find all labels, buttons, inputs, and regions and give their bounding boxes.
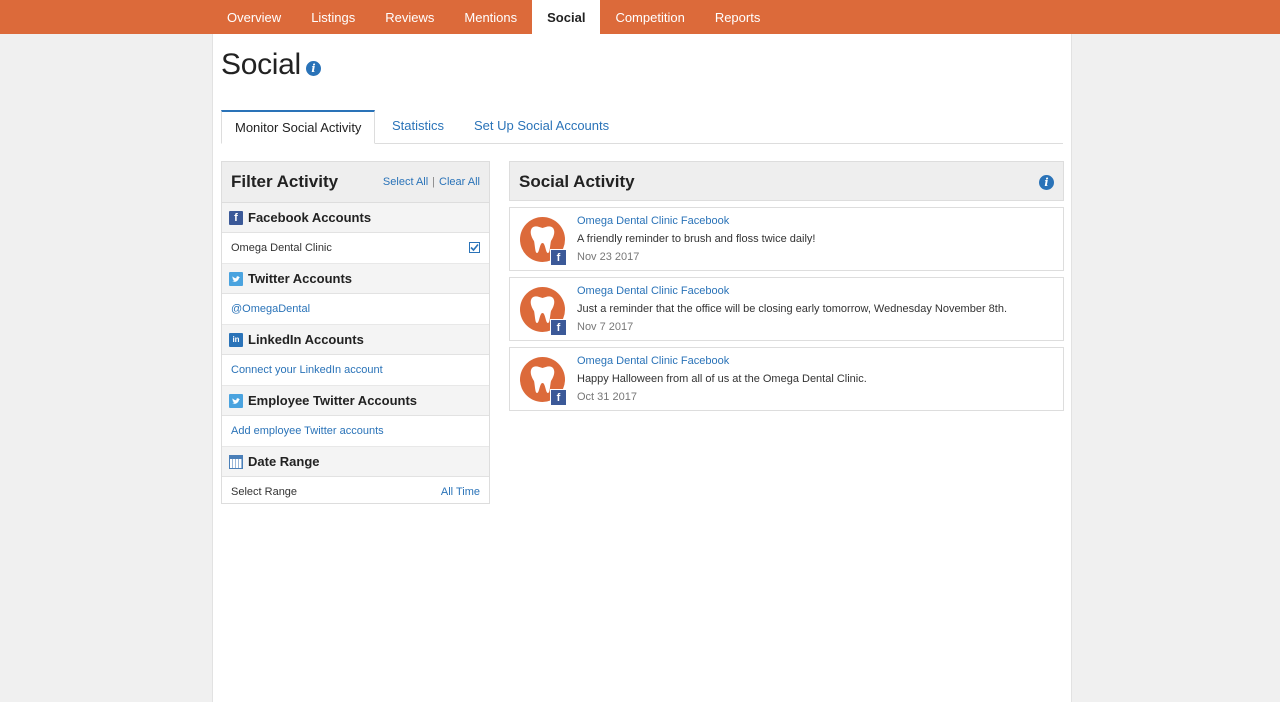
facebook-icon: f (229, 211, 243, 225)
sub-tabs: Monitor Social Activity Statistics Set U… (221, 110, 1063, 144)
activity-post: f Omega Dental Clinic Facebook Just a re… (509, 277, 1064, 341)
activity-post: f Omega Dental Clinic Facebook A friendl… (509, 207, 1064, 271)
linkedin-accounts-header: in LinkedIn Accounts (222, 325, 489, 355)
post-source-link[interactable]: Omega Dental Clinic Facebook (577, 215, 729, 227)
calendar-icon (229, 455, 243, 469)
social-activity-panel: Social Activity i f Omega Dental Clinic … (509, 161, 1064, 411)
filter-title: Filter Activity (231, 172, 339, 191)
post-date: Oct 31 2017 (577, 391, 637, 403)
top-nav-tabs: Overview Listings Reviews Mentions Socia… (212, 0, 775, 34)
facebook-icon: f (550, 389, 567, 406)
employee-twitter-row: Add employee Twitter accounts (222, 416, 489, 447)
social-activity-header: Social Activity i (509, 161, 1064, 201)
facebook-icon: f (550, 249, 567, 266)
nav-tab-reports[interactable]: Reports (700, 0, 776, 34)
info-icon[interactable]: i (1039, 175, 1054, 190)
post-source-link[interactable]: Omega Dental Clinic Facebook (577, 285, 729, 297)
post-date: Nov 23 2017 (577, 251, 640, 263)
link-separator: | (432, 176, 436, 188)
employee-twitter-label: Employee Twitter Accounts (248, 393, 418, 408)
tab-set-up-social-accounts[interactable]: Set Up Social Accounts (474, 110, 609, 143)
facebook-account-name: Omega Dental Clinic (231, 242, 332, 254)
nav-tab-overview[interactable]: Overview (212, 0, 296, 34)
twitter-accounts-header: Twitter Accounts (222, 264, 489, 294)
tab-statistics[interactable]: Statistics (392, 110, 444, 143)
checkmark-icon (470, 243, 479, 252)
twitter-account-row: @OmegaDental (222, 294, 489, 325)
connect-linkedin-link[interactable]: Connect your LinkedIn account (231, 364, 383, 376)
top-navigation: Overview Listings Reviews Mentions Socia… (0, 0, 1280, 34)
linkedin-icon: in (229, 333, 243, 347)
nav-tab-mentions[interactable]: Mentions (449, 0, 532, 34)
date-range-header: Date Range (222, 447, 489, 477)
info-icon[interactable]: i (306, 61, 321, 76)
select-range-label: Select Range (231, 486, 298, 498)
facebook-icon: f (550, 319, 567, 336)
nav-tab-social[interactable]: Social (532, 0, 601, 34)
tab-monitor-social-activity[interactable]: Monitor Social Activity (221, 110, 376, 144)
post-message: A friendly reminder to brush and floss t… (577, 233, 816, 245)
select-all-link[interactable]: Select All (383, 176, 428, 188)
facebook-account-row[interactable]: Omega Dental Clinic (222, 233, 489, 264)
facebook-accounts-header: f Facebook Accounts (222, 203, 489, 233)
post-message: Just a reminder that the office will be … (577, 303, 1008, 315)
date-range-row: Select Range All Time (222, 477, 489, 507)
activity-post: f Omega Dental Clinic Facebook Happy Hal… (509, 347, 1064, 411)
nav-tab-listings[interactable]: Listings (296, 0, 370, 34)
main-content: Social i Monitor Social Activity Statist… (212, 34, 1072, 702)
facebook-account-checkbox[interactable] (469, 242, 480, 253)
nav-tab-competition[interactable]: Competition (600, 0, 699, 34)
filter-header: Filter Activity Select All | Clear All (222, 162, 489, 203)
filter-links: Select All | Clear All (383, 176, 480, 188)
post-date: Nov 7 2017 (577, 321, 634, 333)
linkedin-accounts-label: LinkedIn Accounts (248, 332, 364, 347)
date-range-selector[interactable]: All Time (441, 486, 480, 498)
page-title: Social (221, 48, 301, 81)
date-range-label: Date Range (248, 454, 320, 469)
add-employee-twitter-link[interactable]: Add employee Twitter accounts (231, 425, 384, 437)
twitter-icon (229, 272, 243, 286)
nav-tab-reviews[interactable]: Reviews (370, 0, 449, 34)
post-source-link[interactable]: Omega Dental Clinic Facebook (577, 355, 729, 367)
twitter-accounts-label: Twitter Accounts (248, 271, 353, 286)
employee-twitter-header: Employee Twitter Accounts (222, 386, 489, 416)
clear-all-link[interactable]: Clear All (439, 176, 480, 188)
twitter-icon (229, 394, 243, 408)
linkedin-account-row: Connect your LinkedIn account (222, 355, 489, 386)
twitter-account-link[interactable]: @OmegaDental (231, 303, 310, 315)
social-activity-title: Social Activity (519, 172, 635, 191)
post-message: Happy Halloween from all of us at the Om… (577, 373, 867, 385)
facebook-accounts-label: Facebook Accounts (248, 210, 372, 225)
filter-activity-panel: Filter Activity Select All | Clear All f F… (221, 161, 490, 504)
